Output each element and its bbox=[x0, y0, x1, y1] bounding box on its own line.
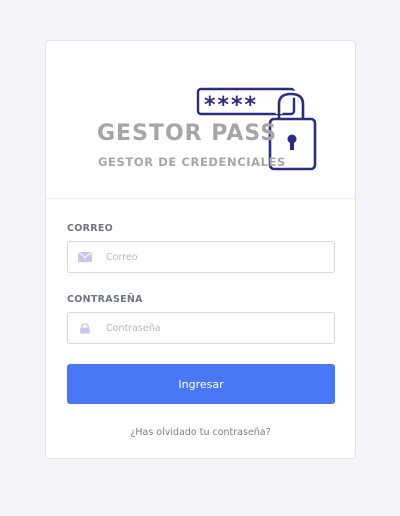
submit-button[interactable]: Ingresar bbox=[67, 364, 335, 404]
logo-subtitle: GESTOR DE CREDENCIALES bbox=[98, 155, 286, 169]
envelope-icon bbox=[78, 252, 92, 262]
password-mask: **** bbox=[204, 93, 258, 118]
logo-title: GESTOR PASS bbox=[97, 121, 278, 146]
password-field-wrapper bbox=[67, 312, 335, 344]
forgot-password-link[interactable]: ¿Has olvidado tu contraseña? bbox=[46, 427, 355, 438]
lock-icon bbox=[80, 323, 90, 334]
logo-header: **** GESTOR PASS GESTOR DE CREDENCIALES bbox=[46, 41, 355, 199]
password-input[interactable] bbox=[106, 313, 330, 343]
password-label: CONTRASEÑA bbox=[67, 294, 143, 305]
login-card: **** GESTOR PASS GESTOR DE CREDENCIALES … bbox=[45, 40, 356, 459]
email-input[interactable] bbox=[106, 242, 330, 272]
email-label: CORREO bbox=[67, 223, 114, 234]
email-field-wrapper bbox=[67, 241, 335, 273]
